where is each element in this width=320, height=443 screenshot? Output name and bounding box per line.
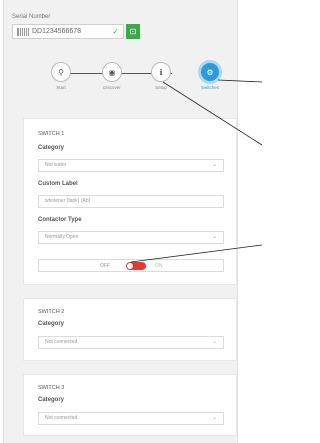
callout-lines [130,79,262,263]
callout-line [217,79,262,83]
callout-line [162,81,262,146]
callout-line [130,244,262,263]
